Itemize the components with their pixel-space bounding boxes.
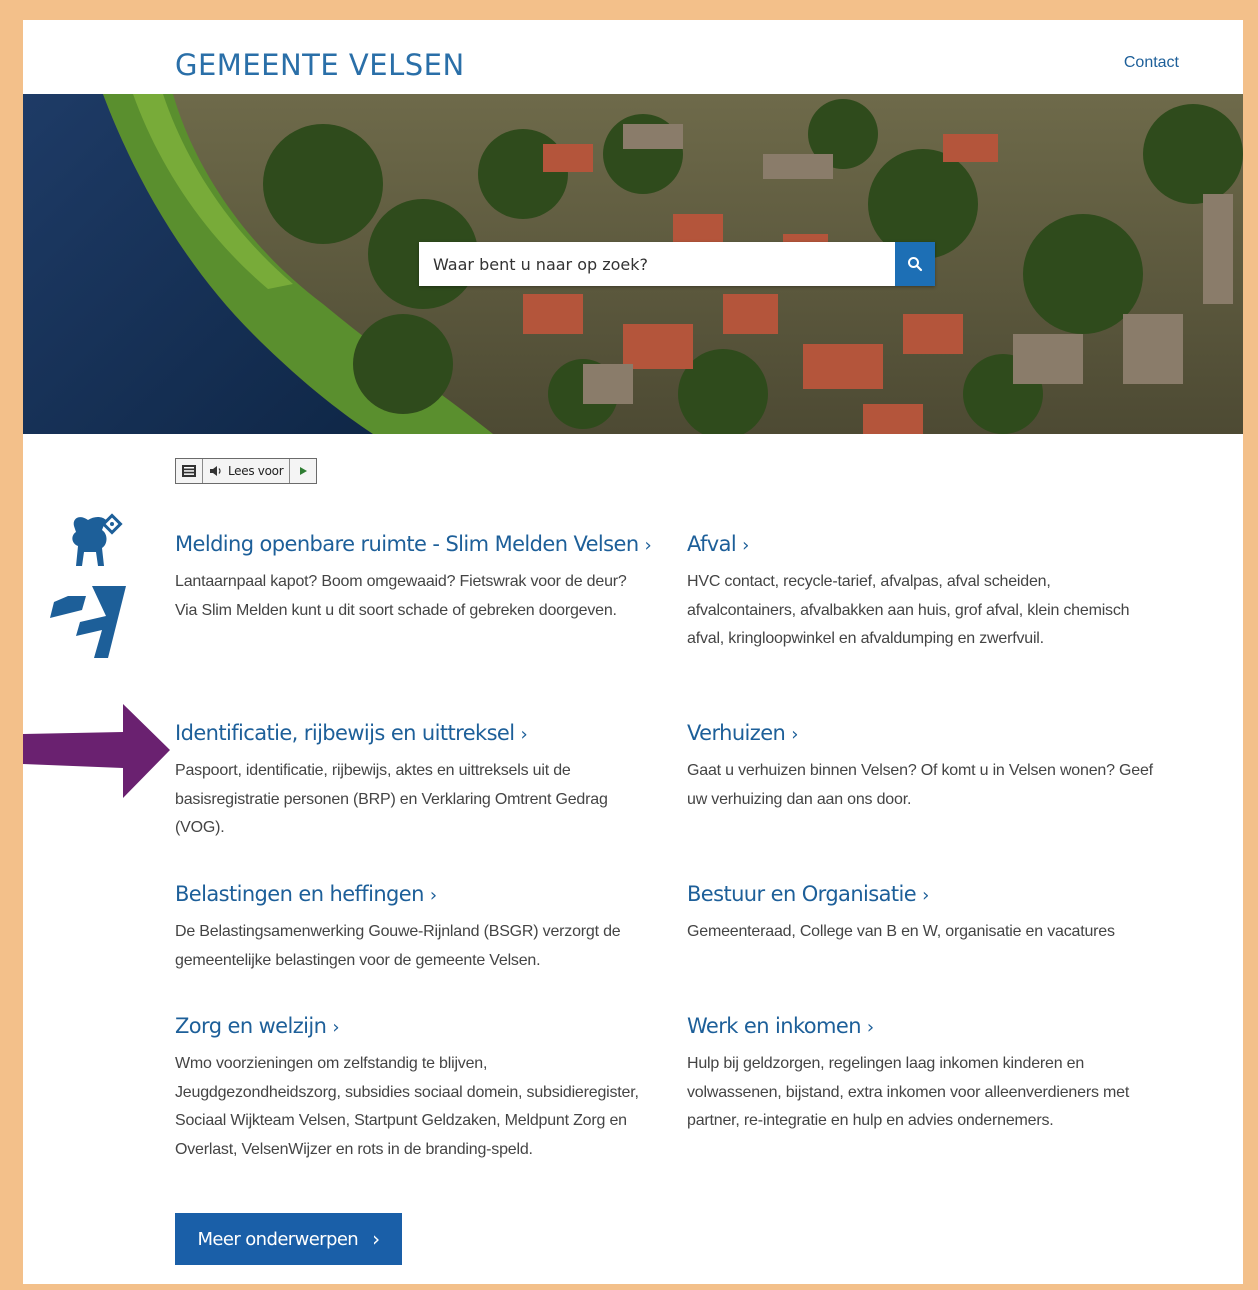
chevron-right-icon: ›	[866, 1017, 874, 1038]
page: GEMEENTE VELSEN Contact Waar bent u naar…	[23, 20, 1243, 1284]
chevron-right-icon: ›	[429, 885, 437, 906]
search-icon	[908, 257, 923, 272]
topic-description: Lantaarnpaal kapot? Boom omgewaaid? Fiet…	[175, 573, 627, 619]
hero-image	[23, 94, 1243, 434]
topic-afval: Afval › HVC contact, recycle-tarief, afva…	[687, 532, 1157, 654]
topic-title-text: Melding openbare ruimte - Slim Melden Ve…	[175, 532, 639, 556]
chevron-right-icon: ›	[644, 535, 652, 556]
topic-title-text: Afval	[687, 532, 737, 556]
topic-verhuizen: Verhuizen › Gaat u verhuizen binnen Velse…	[687, 721, 1167, 814]
topic-werk-en-inkomen: Werk en inkomen › Hulp bij geldzorgen, re…	[687, 1014, 1157, 1136]
topic-bestuur: Bestuur en Organisatie › Gemeenteraad, Co…	[687, 882, 1167, 947]
topic-description: Hulp bij geldzorgen, regelingen laag ink…	[687, 1055, 1130, 1129]
topic-link-verhuizen[interactable]: Verhuizen ›	[687, 721, 1167, 745]
readspeaker-menu-button[interactable]	[176, 459, 203, 483]
topic-description: Gaat u verhuizen binnen Velsen? Of komt …	[687, 762, 1153, 808]
topic-description: HVC contact, recycle-tarief, afvalpas, a…	[687, 573, 1130, 647]
topic-link-belastingen[interactable]: Belastingen en heffingen ›	[175, 882, 641, 906]
topic-title-text: Belastingen en heffingen	[175, 882, 424, 906]
more-topics-button[interactable]: Meer onderwerpen ›	[175, 1213, 402, 1265]
topic-title-text: Identificatie, rijbewijs en uittreksel	[175, 721, 515, 745]
topic-link-afval[interactable]: Afval ›	[687, 532, 1157, 556]
chevron-right-icon: ›	[332, 1017, 339, 1038]
topic-link-zorg-en-welzijn[interactable]: Zorg en welzijn ›	[175, 1014, 641, 1038]
topic-title-text: Bestuur en Organisatie	[687, 882, 917, 906]
topic-link-identificatie[interactable]: Identificatie, rijbewijs en uittreksel ›	[175, 721, 641, 745]
topic-title-text: Werk en inkomen	[687, 1014, 862, 1038]
readspeaker-widget: Lees voor	[175, 458, 318, 484]
chevron-right-icon: ›	[520, 724, 528, 745]
readspeaker-listen-button[interactable]: Lees voor	[203, 459, 291, 483]
velsen-logo	[46, 510, 134, 665]
search-box	[419, 242, 935, 286]
topic-title-text: Zorg en welzijn	[175, 1014, 327, 1038]
more-topics-label: Meer onderwerpen	[197, 1228, 359, 1250]
chevron-right-icon: ›	[791, 724, 798, 745]
purple-arrow-pointer	[23, 704, 170, 798]
menu-icon	[182, 465, 196, 477]
topic-melding-openbare-ruimte: Melding openbare ruimte - Slim Melden Ve…	[175, 532, 652, 625]
topic-zorg-en-welzijn: Zorg en welzijn › Wmo voorzieningen om ze…	[175, 1014, 641, 1164]
topic-link-melding-openbare-ruimte[interactable]: Melding openbare ruimte - Slim Melden Ve…	[175, 532, 652, 556]
chevron-right-icon: ›	[742, 535, 749, 556]
search-input[interactable]	[419, 242, 895, 286]
velsen-logo-icon	[50, 513, 126, 658]
site-title[interactable]: GEMEENTE VELSEN	[175, 48, 465, 82]
topic-description: Gemeenteraad, College van B en W, organi…	[687, 923, 1115, 940]
topic-description: Wmo voorzieningen om zelfstandig te blij…	[175, 1055, 639, 1158]
topic-belastingen: Belastingen en heffingen › De Belastingsa…	[175, 882, 641, 975]
topic-link-bestuur[interactable]: Bestuur en Organisatie ›	[687, 882, 1167, 906]
topic-title-text: Verhuizen	[687, 721, 786, 745]
topic-description: Paspoort, identificatie, rijbewijs, akte…	[175, 762, 608, 836]
topic-description: De Belastingsamenwerking Gouwe-Rijnland …	[175, 923, 621, 969]
readspeaker-play-button[interactable]	[290, 459, 316, 483]
chevron-right-icon: ›	[372, 1227, 380, 1251]
contact-link[interactable]: Contact	[1124, 54, 1179, 72]
play-icon	[300, 467, 308, 475]
readspeaker-label: Lees voor	[228, 464, 284, 478]
speaker-icon	[210, 466, 221, 476]
search-button[interactable]	[895, 242, 935, 286]
topic-identificatie: Identificatie, rijbewijs en uittreksel › …	[175, 721, 641, 843]
chevron-right-icon: ›	[922, 885, 929, 906]
topic-link-werk-en-inkomen[interactable]: Werk en inkomen ›	[687, 1014, 1157, 1038]
